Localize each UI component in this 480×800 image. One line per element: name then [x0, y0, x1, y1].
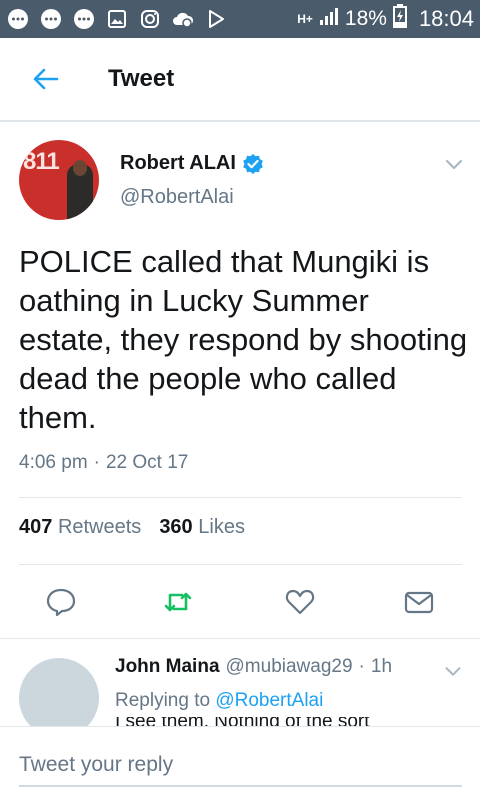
retweet-icon[interactable]: [162, 586, 194, 618]
app-bar: Tweet: [0, 38, 480, 122]
author-handle[interactable]: @RobertAlai: [120, 186, 234, 209]
reply-author-handle[interactable]: @mubiawag29: [226, 656, 353, 678]
notification-icons: [6, 7, 297, 31]
tweet-header: 811 Robert ALAI @RobertAlai: [0, 136, 480, 224]
avatar-face: [73, 160, 87, 176]
chevron-down-icon[interactable]: [442, 660, 464, 682]
divider: [0, 638, 480, 639]
back-button[interactable]: [0, 37, 90, 121]
reply-header: John Maina @mubiawag29 · 1h: [115, 656, 392, 678]
signal-icon: [319, 6, 339, 32]
retweets-label: Retweets: [57, 516, 142, 538]
battery-charging-icon: [392, 4, 407, 34]
arrow-left-icon: [33, 68, 59, 90]
replying-to: Replying to @RobertAlai: [115, 690, 323, 712]
play-store-icon: [204, 7, 228, 31]
reply-icon[interactable]: [45, 586, 77, 618]
instagram-icon: [138, 7, 162, 31]
tweet-date: 22 Oct 17: [105, 452, 189, 473]
chevron-down-icon[interactable]: [442, 152, 466, 176]
replying-to-link[interactable]: @RobertAlai: [215, 690, 323, 711]
network-type: H+: [297, 11, 313, 26]
author-row: Robert ALAI: [120, 152, 264, 175]
image-icon: [105, 7, 129, 31]
status-right: H+ 18% 18:04: [297, 4, 474, 34]
battery-percent: 18%: [344, 7, 387, 30]
page-title: Tweet: [108, 65, 175, 92]
likes-count: 360: [159, 516, 193, 538]
likes-stat[interactable]: 360 Likes: [159, 516, 245, 539]
likes-label: Likes: [198, 516, 245, 538]
chat-bubble-icon: [6, 7, 30, 31]
chat-bubble-icon: [39, 7, 63, 31]
avatar-sign: 811: [23, 148, 60, 175]
avatar[interactable]: 811: [19, 140, 99, 220]
reply-input[interactable]: [19, 745, 462, 787]
cloud-icon: [171, 7, 195, 31]
tweet-actions: [0, 582, 480, 622]
divider: [19, 497, 462, 498]
reply-composer: [0, 726, 480, 800]
replying-prefix: Replying to: [115, 690, 211, 711]
reply-author-name[interactable]: John Maina: [115, 656, 220, 678]
meta-separator: ·: [93, 452, 100, 473]
share-icon[interactable]: [403, 586, 435, 618]
divider: [19, 564, 462, 565]
tweet-time: 4:06 pm: [19, 452, 88, 473]
retweets-count: 407: [19, 516, 53, 538]
verified-badge-icon: [243, 153, 263, 174]
clock: 18:04: [418, 6, 474, 31]
like-icon[interactable]: [284, 586, 316, 618]
tweet-timestamp[interactable]: 4:06 pm · 22 Oct 17: [19, 452, 188, 474]
tweet-stats: 407 Retweets 360 Likes: [19, 516, 245, 539]
tweet-text: POLICE called that Mungiki is oathing in…: [19, 244, 468, 435]
chat-bubble-icon: [72, 7, 96, 31]
author-name[interactable]: Robert ALAI: [120, 152, 236, 175]
reply-separator: ·: [358, 656, 365, 677]
retweets-stat[interactable]: 407 Retweets: [19, 516, 141, 539]
reply-time: 1h: [370, 656, 393, 677]
status-bar: H+ 18% 18:04: [0, 0, 480, 38]
